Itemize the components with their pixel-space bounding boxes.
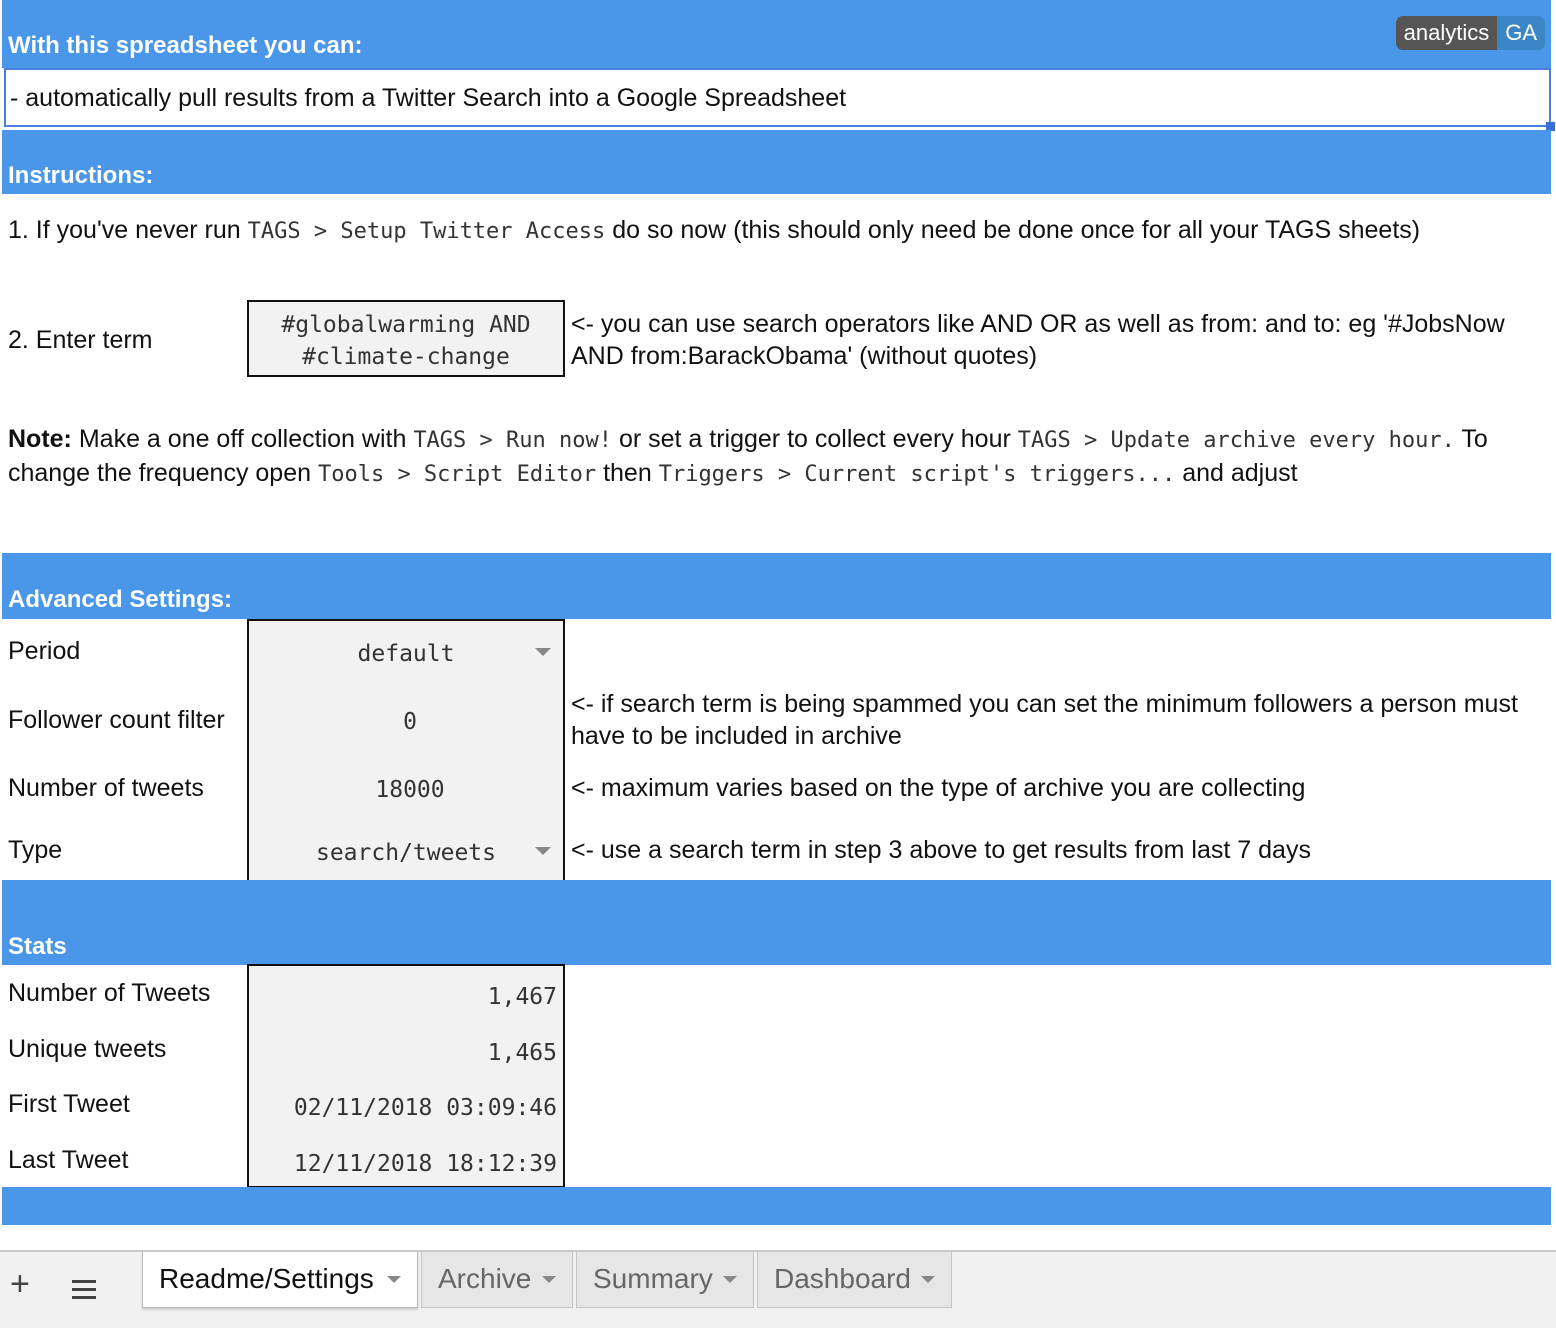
note-t2: or set a trigger to collect every hour — [618, 425, 1011, 453]
advanced-settings-box: default 0 18000 search/tweets — [247, 619, 565, 882]
tab-summary[interactable]: Summary — [576, 1252, 754, 1308]
search-term-line1: #globalwarming AND — [281, 312, 531, 338]
period-label: Period — [8, 637, 81, 665]
intro-line: - automatically pull results from a Twit… — [10, 84, 847, 112]
tab-readme-settings[interactable]: Readme/Settings — [142, 1252, 418, 1308]
stat-value: 1,465 — [487, 1040, 557, 1066]
step1-post: do so now (this should only need be done… — [612, 216, 1421, 244]
note-c3: Tools > Script Editor — [317, 462, 597, 487]
note-t4: then — [603, 459, 652, 487]
step2-label: 2. Enter term — [8, 326, 153, 354]
tab-label: Archive — [438, 1263, 532, 1294]
step2-hint: <- you can use search operators like AND… — [571, 310, 1505, 370]
type-select[interactable]: search/tweets — [249, 840, 563, 866]
tweets-label: Number of tweets — [8, 774, 204, 802]
step1-pre: 1. If you've never run — [8, 216, 241, 244]
stat-value: 02/11/2018 03:09:46 — [293, 1095, 557, 1121]
chevron-down-icon[interactable] — [542, 1276, 556, 1283]
stat-label: First Tweet — [8, 1090, 130, 1118]
note-text: Note: Make a one off collection with TAG… — [8, 423, 1543, 491]
tab-label: Summary — [593, 1263, 713, 1294]
stat-label: Last Tweet — [8, 1146, 129, 1174]
step1-code: TAGS > Setup Twitter Access — [247, 219, 606, 244]
analytics-ga-badge: analytics GA — [1395, 16, 1545, 50]
stat-value: 12/11/2018 18:12:39 — [293, 1151, 557, 1177]
header-band-instructions — [2, 130, 1551, 194]
chevron-down-icon[interactable] — [723, 1276, 737, 1283]
badge-left: analytics — [1395, 16, 1498, 50]
intro-header: With this spreadsheet you can: — [8, 32, 363, 59]
stat-label: Number of Tweets — [8, 979, 211, 1007]
type-dropdown-icon[interactable] — [535, 847, 551, 855]
stat-value: 1,467 — [487, 984, 557, 1010]
type-label: Type — [8, 836, 63, 864]
tweet-count-input[interactable]: 18000 — [249, 777, 567, 803]
search-term-cell[interactable]: #globalwarming AND #climate-change — [247, 300, 565, 377]
period-select[interactable]: default — [249, 641, 563, 667]
selected-cell[interactable]: - automatically pull results from a Twit… — [4, 68, 1551, 127]
step1-text: 1. If you've never run TAGS > Setup Twit… — [8, 214, 1420, 248]
tab-label: Dashboard — [774, 1263, 911, 1294]
badge-right: GA — [1497, 16, 1545, 50]
follower-label: Follower count filter — [8, 706, 225, 734]
stats-box: 1,467 1,465 02/11/2018 03:09:46 12/11/20… — [247, 964, 565, 1188]
stats-header: Stats — [8, 933, 67, 960]
sheet-tab-bar: + Readme/Settings Archive Summary Dashbo… — [0, 1250, 1556, 1328]
note-c2: TAGS > Update archive every hour. — [1017, 428, 1455, 453]
tab-label: Readme/Settings — [159, 1263, 374, 1294]
menu-icon[interactable] — [72, 1280, 96, 1304]
tab-dashboard[interactable]: Dashboard — [757, 1252, 952, 1308]
note-t1: Make a one off collection with — [78, 425, 407, 453]
note-t5: and adjust — [1182, 459, 1298, 487]
tab-archive[interactable]: Archive — [421, 1252, 573, 1308]
note-c1: TAGS > Run now! — [413, 428, 612, 453]
spreadsheet-grid: With this spreadsheet you can: analytics… — [2, 0, 1555, 1248]
chevron-down-icon[interactable] — [387, 1276, 401, 1283]
header-band-stats — [2, 880, 1551, 965]
plus-icon[interactable]: + — [10, 1264, 30, 1304]
instructions-header: Instructions: — [8, 162, 154, 189]
stat-label: Unique tweets — [8, 1035, 167, 1063]
tweets-hint: <- maximum varies based on the type of a… — [571, 774, 1306, 802]
follower-hint: <- if search term is being spammed you c… — [571, 690, 1518, 750]
follower-count-input[interactable]: 0 — [249, 709, 567, 735]
period-dropdown-icon[interactable] — [535, 648, 551, 656]
footer-band — [2, 1187, 1551, 1225]
search-term-line2: #climate-change — [302, 344, 510, 370]
advanced-header: Advanced Settings: — [8, 586, 233, 613]
note-label: Note: — [8, 425, 72, 453]
header-band-advanced — [2, 553, 1551, 619]
type-hint: <- use a search term in step 3 above to … — [571, 836, 1311, 864]
note-c4: Triggers > Current script's triggers... — [658, 462, 1176, 487]
chevron-down-icon[interactable] — [921, 1276, 935, 1283]
